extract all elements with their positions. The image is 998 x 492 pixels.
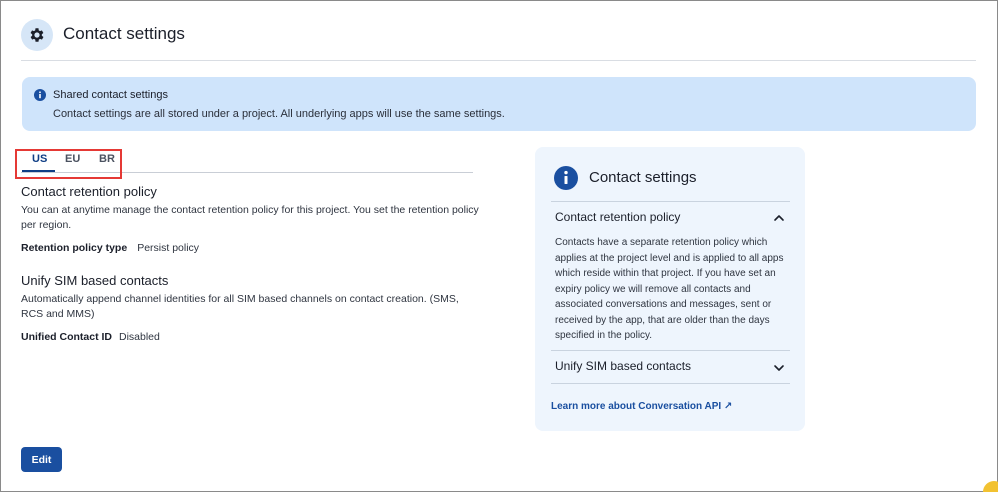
unified-contact-label: Unified Contact ID (21, 331, 112, 343)
banner-title: Shared contact settings (53, 89, 168, 101)
unify-title: Unify SIM based contacts (21, 273, 169, 288)
page-header: Contact settings (21, 17, 976, 61)
help-panel: Contact settings Contact retention polic… (535, 147, 805, 431)
active-tab-indicator (22, 170, 55, 172)
learn-more-link[interactable]: Learn more about Conversation API ↗ (551, 401, 732, 412)
info-icon (554, 166, 578, 190)
divider (551, 383, 790, 384)
chevron-up-icon[interactable] (773, 212, 785, 224)
unified-contact-value: Disabled (119, 331, 160, 343)
page-frame: Contact settings Shared contact settings… (0, 0, 998, 492)
divider (551, 201, 790, 202)
accordion-unify-title[interactable]: Unify SIM based contacts (555, 359, 691, 373)
edit-button[interactable]: Edit (21, 447, 62, 472)
panel-title: Contact settings (589, 169, 697, 186)
accordion-retention-title[interactable]: Contact retention policy (555, 210, 680, 224)
divider (551, 350, 790, 351)
accordion-retention-body: Contacts have a separate retention polic… (555, 237, 784, 341)
retention-title: Contact retention policy (21, 184, 157, 199)
tab-eu[interactable]: EU (65, 153, 80, 165)
info-icon (34, 89, 46, 101)
retention-policy-value: Persist policy (137, 242, 200, 254)
tab-br[interactable]: BR (99, 153, 115, 165)
unify-desc: Automatically append channel identities … (21, 293, 459, 320)
tab-us[interactable]: US (32, 153, 47, 165)
retention-desc: You can at anytime manage the contact re… (21, 204, 479, 231)
gear-icon (21, 19, 53, 51)
banner-text: Contact settings are all stored under a … (53, 108, 505, 120)
page-title: Contact settings (63, 24, 185, 43)
region-tabs: US EU BR (21, 147, 473, 173)
unified-contact-row: Unified Contact ID Disabled (21, 331, 160, 343)
retention-policy-label: Retention policy type (21, 242, 128, 254)
chevron-down-icon[interactable] (773, 362, 785, 374)
help-bubble[interactable] (983, 481, 998, 492)
info-banner: Shared contact settings Contact settings… (22, 77, 976, 131)
retention-policy-row: Retention policy type Persist policy (21, 242, 199, 254)
